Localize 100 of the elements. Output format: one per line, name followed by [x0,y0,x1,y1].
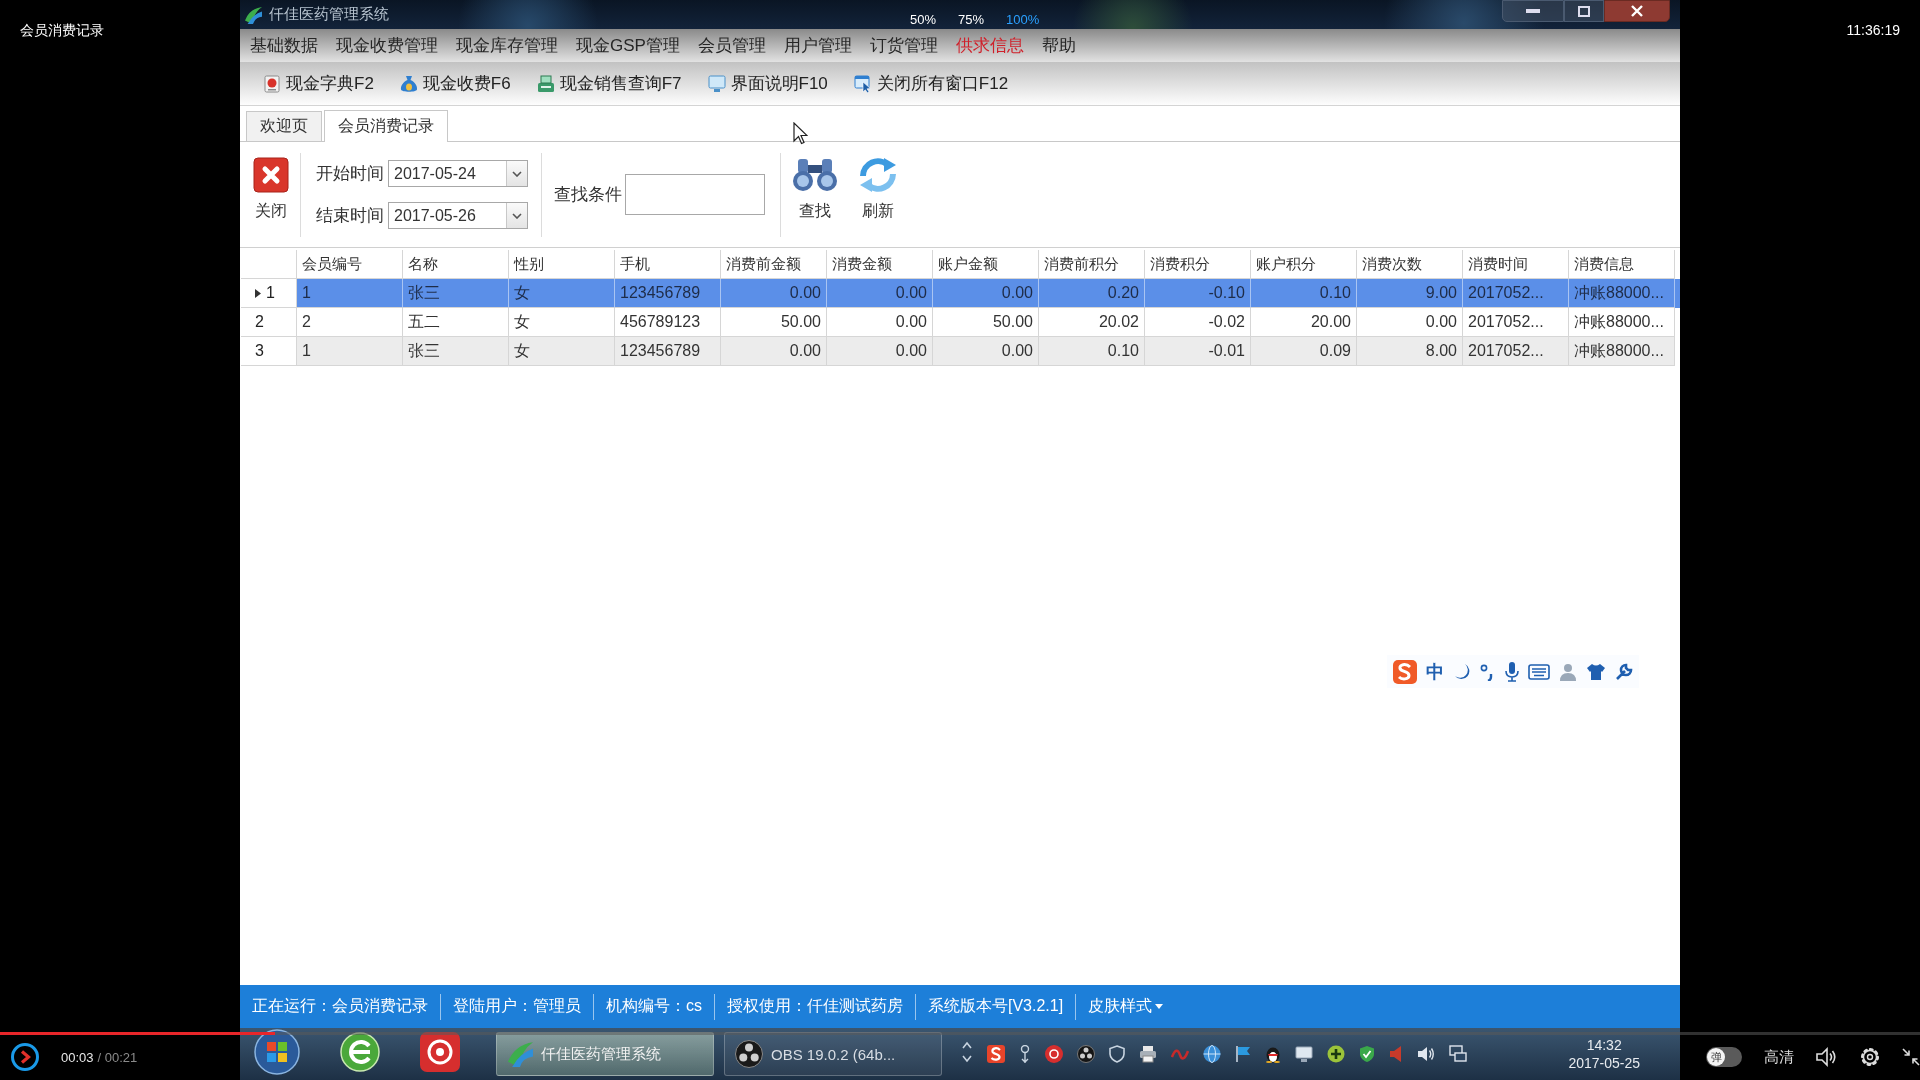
keyboard-icon[interactable] [1528,663,1550,680]
search-button[interactable]: 查找 [792,157,838,222]
penguin-icon[interactable] [1265,1045,1281,1063]
column-header[interactable]: 账户积分 [1251,250,1357,279]
plus-circle-icon[interactable] [1327,1045,1345,1063]
tab[interactable]: 会员消费记录 [324,110,448,142]
menu-item[interactable]: 帮助 [1032,34,1085,57]
zoom-option[interactable]: 50% [910,12,937,27]
network-icon[interactable] [1449,1045,1467,1063]
column-header[interactable]: 手机 [615,250,721,279]
menu-item[interactable]: 基础数据 [241,34,327,57]
pin-icon[interactable] [1019,1045,1031,1063]
e-circle-icon[interactable] [340,1032,380,1072]
book-icon [263,74,281,93]
clock: 11:36:19 [1846,22,1900,38]
caret-down-icon [512,170,522,177]
status-text: 登陆用户：管理员 [452,996,582,1016]
close-icon [253,157,289,193]
elapsed-time: 00:03 [61,1049,94,1065]
volume-icon[interactable] [1816,1047,1838,1067]
dropdown-button[interactable] [506,203,527,228]
toolbar-button[interactable]: 界面说明F10 [702,69,833,98]
menu-item[interactable]: 用户管理 [774,34,861,57]
globe-icon[interactable] [1203,1045,1221,1063]
printer-icon[interactable] [1139,1045,1157,1063]
taskbar-window-button[interactable]: 仟佳医药管理系统 [496,1032,714,1076]
swoosh-icon [244,5,262,24]
shrink-arrows-icon[interactable] [1902,1048,1920,1066]
monitor-icon [707,74,726,93]
close-window-button[interactable] [1604,0,1670,22]
date-field[interactable]: 2017-05-26 [388,202,528,229]
quality-button[interactable]: 高清 [1764,1047,1794,1067]
shirt-icon[interactable] [1586,662,1606,681]
column-header[interactable]: 消费信息 [1569,250,1675,279]
toolbar-button[interactable]: 现金销售查询F7 [531,69,687,98]
zoom-option[interactable]: 75% [958,12,985,27]
progress-track[interactable] [0,1032,1920,1035]
play-icon[interactable] [11,1043,39,1071]
settings-icon[interactable] [1860,1047,1880,1067]
volume-icon[interactable] [1417,1045,1435,1063]
minimize-icon [1526,9,1540,13]
three-dot-circle-icon [735,1040,763,1068]
status-text: 授权使用：仟佳测试药房 [726,996,904,1016]
tray-arrow-icon[interactable] [962,1041,972,1063]
shield-icon[interactable] [1109,1045,1125,1063]
table-cell: 0.10 [1039,337,1145,366]
table-cell: 冲账88000... [1569,337,1675,366]
column-header[interactable]: 消费积分 [1145,250,1251,279]
cash-register-icon [536,74,555,93]
row-number: 1 [266,284,275,302]
table-cell: 2017052... [1463,337,1569,366]
menu-item[interactable]: 现金库存管理 [447,34,567,57]
zoom-option[interactable]: 100% [1006,12,1040,27]
minimize-button[interactable] [1502,0,1564,22]
refresh-button[interactable]: 刷新 [855,157,901,222]
date-field[interactable]: 2017-05-24 [388,160,528,187]
table-cell: 女 [509,337,615,366]
skin-menu-button[interactable]: 皮肤样式 [1076,996,1176,1017]
menu-item[interactable]: 现金GSP管理 [567,34,689,57]
menu-item[interactable]: 现金收费管理 [327,34,447,57]
shield-check-icon[interactable] [1359,1045,1375,1063]
menu-item[interactable]: 订货管理 [860,34,947,57]
taskbar-time: 14:32 [1586,1036,1622,1054]
close-button[interactable]: 关闭 [253,157,289,222]
toolbar-button[interactable]: 现金收费F6 [394,69,516,98]
end-time-label: 结束时间 [316,205,384,227]
toolbar-button[interactable]: 关闭所有窗口F12 [848,69,1014,98]
row-number: 2 [255,313,264,331]
three-dot-circle-icon[interactable] [1077,1045,1095,1063]
tab[interactable]: 欢迎页 [246,111,322,141]
column-header[interactable]: 名称 [403,250,509,279]
monitor-icon[interactable] [1295,1045,1313,1063]
ring-tile-icon[interactable] [420,1032,460,1072]
column-header[interactable]: 消费次数 [1357,250,1463,279]
column-header[interactable]: 消费前金额 [721,250,827,279]
table-cell: 0.09 [1251,337,1357,366]
column-header[interactable]: 账户金额 [933,250,1039,279]
column-header[interactable]: 消费金额 [827,250,933,279]
column-header[interactable]: 会员编号 [297,250,403,279]
wrench-icon[interactable] [1615,662,1633,681]
ring-circle-icon[interactable] [1045,1045,1063,1063]
search-field[interactable] [625,174,765,215]
table-cell: -0.01 [1145,337,1251,366]
column-header[interactable]: 消费前积分 [1039,250,1145,279]
start-orb-icon[interactable] [254,1029,300,1075]
maximize-button[interactable] [1564,0,1604,22]
s-tile-icon[interactable] [1393,659,1417,684]
microphone-icon[interactable] [1505,661,1519,682]
s-tile-icon[interactable] [987,1045,1005,1063]
taskbar-window-button[interactable]: OBS 19.0.2 (64b... [724,1032,942,1076]
menu-item[interactable]: 会员管理 [688,34,775,57]
toggle-switch[interactable]: 弹 [1706,1047,1742,1067]
flag-icon[interactable] [1235,1045,1251,1063]
table-row[interactable]: 1 1 张三 女 123456789 0.00 0.00 0.00 0.20 -0.10 0.10 9.00 2017052... 冲账88000... [241,279,1680,308]
start-time-label: 开始时间 [316,163,384,185]
dropdown-button[interactable] [506,161,527,186]
toolbar-button[interactable]: 现金字典F2 [258,69,379,98]
column-header[interactable]: 性别 [509,250,615,279]
input-mode-label[interactable]: 中 [1426,659,1444,684]
column-header[interactable]: 消费时间 [1463,250,1569,279]
